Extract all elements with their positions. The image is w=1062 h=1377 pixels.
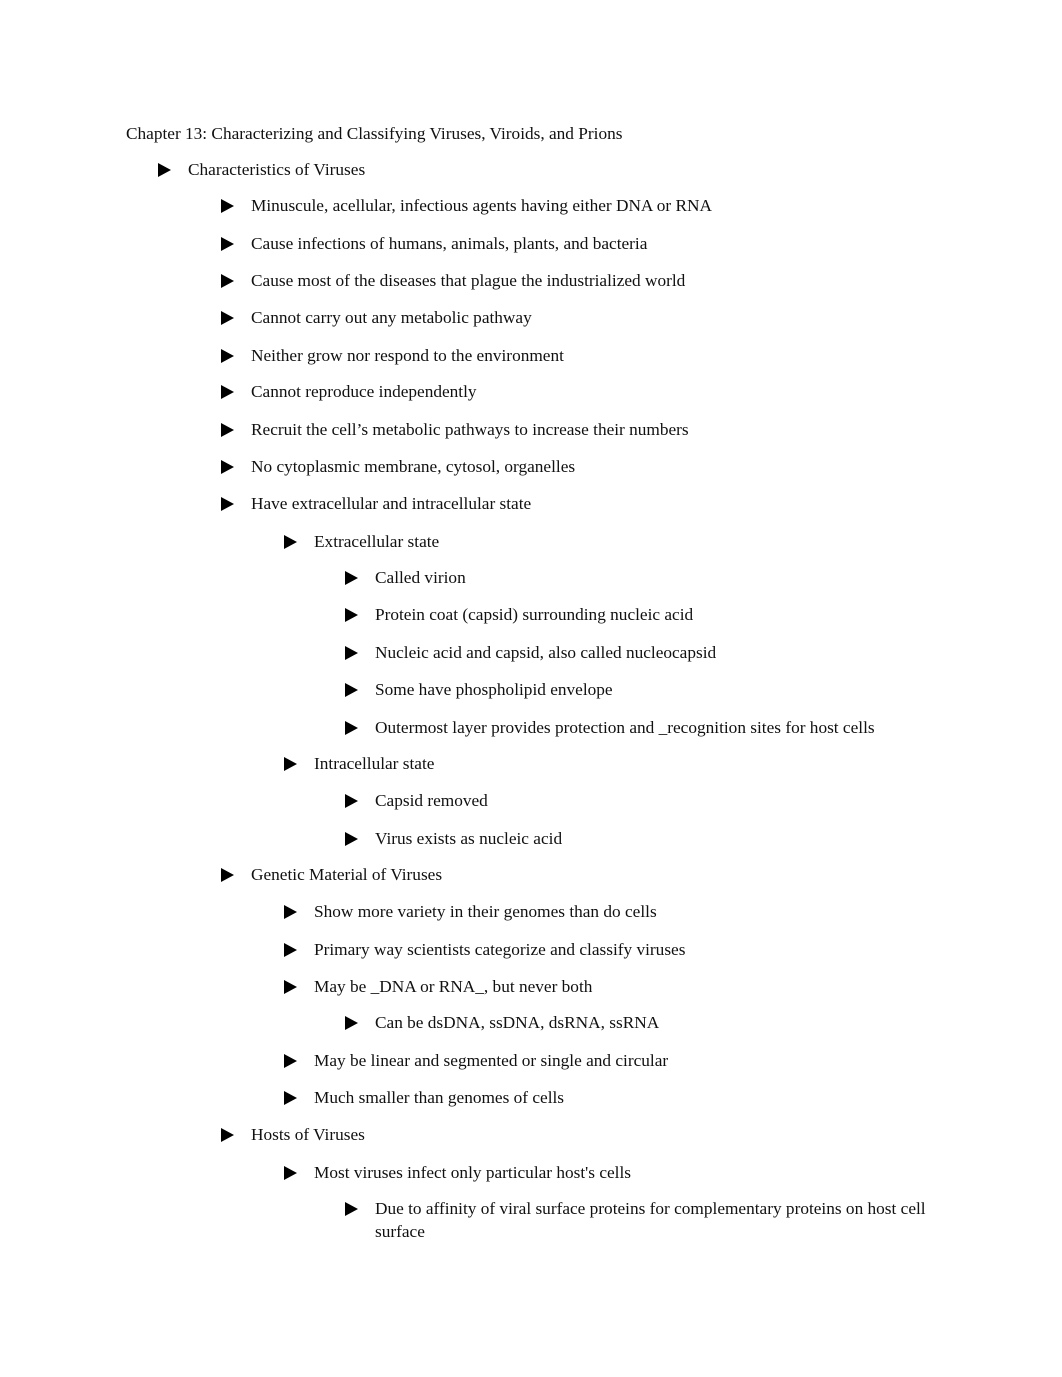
triangle-bullet-icon (345, 832, 358, 846)
outline-item-text: May be _DNA or RNA_, but never both (314, 977, 593, 996)
outline-item-text: Cause most of the diseases that plague t… (251, 271, 686, 290)
outline-item-text: Outermost layer provides protection and … (375, 718, 875, 737)
triangle-bullet-icon (345, 1202, 358, 1216)
outline-item-text: Recruit the cell’s metabolic pathways to… (251, 420, 689, 439)
outline-item-text: Extracellular state (314, 532, 440, 551)
outline-item-text: Protein coat (capsid) surrounding nuclei… (375, 605, 694, 624)
triangle-bullet-icon (221, 423, 234, 437)
triangle-bullet-icon (284, 943, 297, 957)
triangle-bullet-icon (221, 868, 234, 882)
outline-item-text: Minuscule, acellular, infectious agents … (251, 196, 712, 215)
outline-item-text: No cytoplasmic membrane, cytosol, organe… (251, 457, 576, 476)
triangle-bullet-icon (221, 311, 234, 325)
outline-item-text: Cause infections of humans, animals, pla… (251, 234, 648, 253)
outline-item-text: Nucleic acid and capsid, also called nuc… (375, 643, 717, 662)
triangle-bullet-icon (221, 237, 234, 251)
triangle-bullet-icon (345, 608, 358, 622)
triangle-bullet-icon (221, 385, 234, 399)
triangle-bullet-icon (345, 721, 358, 735)
outline-item-text: Virus exists as nucleic acid (375, 829, 563, 848)
triangle-bullet-icon (284, 1091, 297, 1105)
outline-item-text: Cannot carry out any metabolic pathway (251, 308, 532, 327)
triangle-bullet-icon (345, 571, 358, 585)
triangle-bullet-icon (158, 163, 171, 177)
triangle-bullet-icon (345, 794, 358, 808)
triangle-bullet-icon (221, 274, 234, 288)
outline-item-text: Can be dsDNA, ssDNA, dsRNA, ssRNA (375, 1013, 660, 1032)
outline-item-text: Intracellular state (314, 754, 435, 773)
triangle-bullet-icon (345, 683, 358, 697)
triangle-bullet-icon (221, 1128, 234, 1142)
outline-item-text: Show more variety in their genomes than … (314, 902, 657, 921)
chapter-title: Chapter 13: Characterizing and Classifyi… (126, 124, 623, 143)
triangle-bullet-icon (284, 535, 297, 549)
outline-item-text: Most viruses infect only particular host… (314, 1163, 631, 1182)
outline-item-text: Cannot reproduce independently (251, 382, 477, 401)
outline-item-text: Primary way scientists categorize and cl… (314, 940, 686, 959)
triangle-bullet-icon (284, 757, 297, 771)
outline-item-text: Characteristics of Viruses (188, 160, 366, 179)
triangle-bullet-icon (284, 1166, 297, 1180)
triangle-bullet-icon (345, 1016, 358, 1030)
triangle-bullet-icon (345, 646, 358, 660)
triangle-bullet-icon (284, 905, 297, 919)
triangle-bullet-icon (221, 199, 234, 213)
triangle-bullet-icon (284, 1054, 297, 1068)
outline-item-text: Hosts of Viruses (251, 1125, 365, 1144)
outline-item-text: May be linear and segmented or single an… (314, 1051, 669, 1070)
outline-item-text: Have extracellular and intracellular sta… (251, 494, 532, 513)
outline-item-text: Genetic Material of Viruses (251, 865, 443, 884)
outline-item-text: Capsid removed (375, 791, 488, 810)
triangle-bullet-icon (221, 460, 234, 474)
triangle-bullet-icon (221, 349, 234, 363)
outline-item-text: Neither grow nor respond to the environm… (251, 346, 564, 365)
outline-item-text: Some have phospholipid envelope (375, 680, 613, 699)
triangle-bullet-icon (221, 497, 234, 511)
outline-item-text: Due to affinity of viral surface protein… (375, 1199, 926, 1241)
triangle-bullet-icon (284, 980, 297, 994)
outline-item-text: Much smaller than genomes of cells (314, 1088, 565, 1107)
outline-item-text: Called virion (375, 568, 466, 587)
